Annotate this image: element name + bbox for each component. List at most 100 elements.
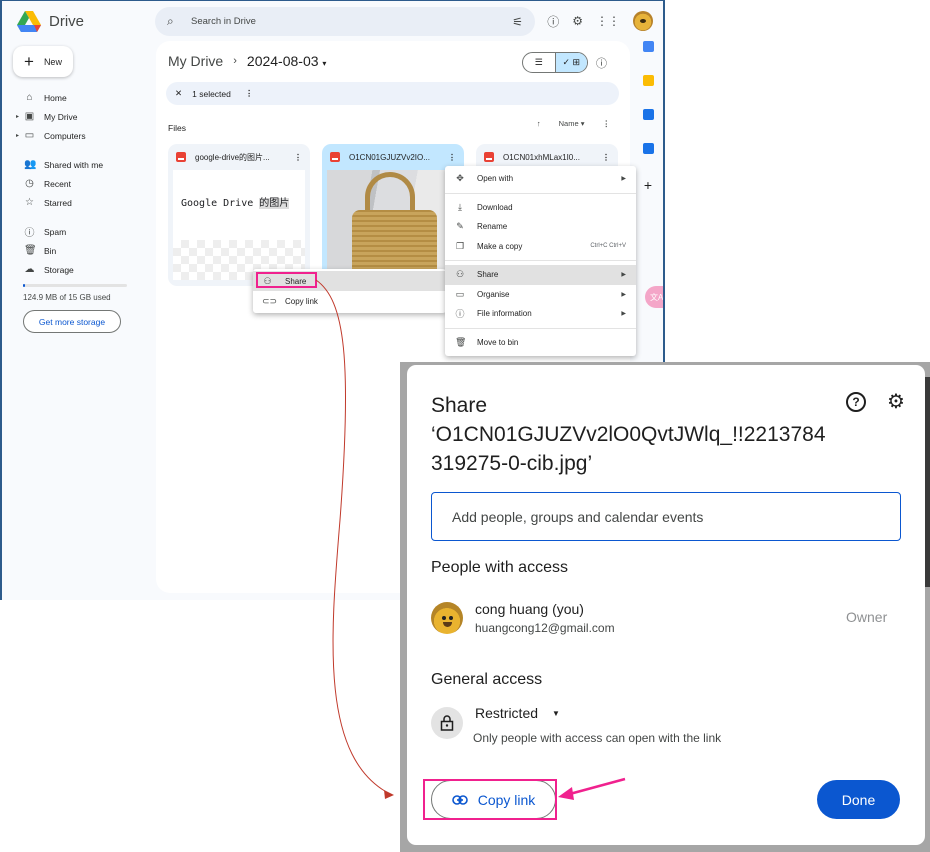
app-name: Drive bbox=[49, 13, 85, 30]
person-name: cong huang (you) bbox=[475, 601, 584, 617]
folder-icon: ▭ bbox=[455, 288, 465, 299]
file-thumbnail: Google Drive 的图片 bbox=[173, 170, 305, 280]
menu-item-download[interactable]: ⤓ Download bbox=[445, 198, 636, 218]
view-toggle: ☰ ✓ ⊞ bbox=[522, 52, 588, 73]
lock-icon bbox=[431, 707, 463, 739]
help-icon[interactable]: ? bbox=[846, 392, 866, 412]
get-more-storage-button[interactable]: Get more storage bbox=[23, 310, 121, 333]
sort-direction-icon[interactable]: ↑ bbox=[537, 119, 541, 128]
file-name: google-drive的图片... bbox=[195, 152, 270, 162]
menu-item-organise[interactable]: ▭ Organise ▶ bbox=[445, 285, 636, 305]
storage-usage-text: 124.9 MB of 15 GB used bbox=[23, 293, 111, 302]
my-drive-icon: ▣ bbox=[24, 111, 35, 122]
clock-icon: ◷ bbox=[25, 178, 34, 189]
menu-item-rename[interactable]: ✎ Rename bbox=[445, 217, 636, 237]
sidebar-item-recent[interactable]: ◷ Recent bbox=[16, 174, 131, 193]
new-button[interactable]: + New bbox=[13, 46, 73, 77]
file-card[interactable]: google-drive的图片... ⋮ Google Drive 的图片 bbox=[168, 144, 310, 286]
sidebar-item-starred[interactable]: ☆ Starred bbox=[16, 193, 131, 212]
calendar-app-icon[interactable] bbox=[642, 41, 654, 52]
sidebar-item-computers[interactable]: ▸ ▭ Computers bbox=[16, 126, 131, 145]
file-more-icon[interactable]: ⋮ bbox=[448, 153, 456, 162]
sidebar-item-home[interactable]: ⌂ Home bbox=[16, 88, 131, 107]
dialog-title: Share ‘O1CN01GJUZVv2lO0QvtJWlq_!!2213784… bbox=[431, 391, 831, 478]
tasks-app-icon[interactable] bbox=[642, 109, 654, 120]
submenu-arrow-icon: ▶ bbox=[621, 291, 626, 298]
list-view-button[interactable]: ☰ bbox=[523, 53, 555, 72]
sidebar-item-spam[interactable]: ⓘ Spam bbox=[16, 222, 131, 241]
side-panel: + bbox=[635, 41, 661, 193]
copy-icon: ❐ bbox=[455, 240, 465, 251]
expand-caret-icon[interactable]: ▸ bbox=[16, 132, 19, 139]
settings-icon[interactable]: ⚙ bbox=[887, 389, 905, 414]
home-icon: ⌂ bbox=[26, 92, 33, 103]
more-actions-icon[interactable]: ⋮ bbox=[245, 88, 254, 99]
contacts-app-icon[interactable] bbox=[642, 143, 654, 154]
download-icon: ⤓ bbox=[458, 201, 462, 212]
sidebar-item-bin[interactable]: 🗑 Bin bbox=[16, 241, 131, 260]
menu-item-copy-link[interactable]: ⊂⊃ Copy link bbox=[253, 291, 446, 311]
menu-shortcut: Ctrl+C Ctrl+V bbox=[590, 243, 626, 250]
account-avatar[interactable] bbox=[633, 11, 653, 31]
copy-link-highlight-annotation bbox=[423, 779, 557, 820]
star-icon: ☆ bbox=[25, 197, 34, 208]
access-level-dropdown[interactable]: Restricted ▼ bbox=[475, 705, 560, 721]
dialog-file-name: ‘O1CN01GJUZVv2lO0QvtJWlq_!!2213784319275… bbox=[431, 423, 826, 475]
drive-logo[interactable]: Drive bbox=[17, 11, 84, 32]
menu-item-open-with[interactable]: ✥ Open with ▶ bbox=[445, 169, 636, 189]
search-input[interactable]: Search in Drive bbox=[191, 16, 256, 27]
file-card-selected[interactable]: O1CN01GJUZVv2IO... ⋮ bbox=[322, 144, 464, 286]
move-icon: ✥ bbox=[456, 173, 464, 184]
translate-icon[interactable]: 文A bbox=[645, 286, 663, 308]
breadcrumb-root[interactable]: My Drive bbox=[168, 53, 223, 69]
menu-item-label: Rename bbox=[477, 222, 508, 232]
menu-item-move-to-bin[interactable]: 🗑 Move to bin bbox=[445, 333, 636, 353]
info-icon: ⓘ bbox=[455, 309, 465, 320]
drive-logo-icon bbox=[17, 11, 41, 32]
menu-divider bbox=[445, 260, 636, 261]
breadcrumb-current[interactable]: 2024-08-03 ▾ bbox=[247, 53, 327, 69]
menu-item-make-a-copy[interactable]: ❐ Make a copy Ctrl+C Ctrl+V bbox=[445, 237, 636, 257]
sidebar-item-label: Recent bbox=[44, 178, 71, 189]
expand-caret-icon[interactable]: ▸ bbox=[16, 113, 19, 120]
search-bar[interactable]: ⌕ Search in Drive ⚟ bbox=[155, 7, 535, 36]
image-file-icon bbox=[176, 152, 186, 162]
sidebar-item-shared-with-me[interactable]: 👥 Shared with me bbox=[16, 155, 131, 174]
file-more-icon[interactable]: ⋮ bbox=[294, 153, 302, 162]
settings-icon[interactable]: ⚙ bbox=[572, 14, 583, 28]
clear-selection-icon[interactable]: ✕ bbox=[175, 88, 182, 99]
sidebar-item-storage[interactable]: ☁ Storage bbox=[16, 260, 131, 279]
menu-item-label: Share bbox=[477, 270, 499, 280]
sort-more-icon[interactable]: ⋮ bbox=[603, 119, 611, 128]
add-addon-icon[interactable]: + bbox=[635, 177, 661, 193]
selection-bar: ✕ 1 selected ⋮ bbox=[166, 82, 619, 105]
search-options-icon[interactable]: ⚟ bbox=[512, 15, 523, 29]
person-avatar bbox=[431, 602, 463, 634]
apps-grid-icon[interactable]: ⋮⋮ bbox=[596, 14, 620, 28]
image-file-icon bbox=[330, 152, 340, 162]
details-info-icon[interactable]: ⓘ bbox=[596, 55, 607, 71]
bin-icon: 🗑 bbox=[455, 336, 467, 347]
keep-app-icon[interactable] bbox=[642, 75, 654, 86]
help-icon[interactable]: ⓘ bbox=[547, 13, 559, 30]
menu-item-label: Copy link bbox=[285, 296, 318, 306]
sidebar-item-label: Home bbox=[44, 92, 67, 103]
sidebar-item-my-drive[interactable]: ▸ ▣ My Drive bbox=[16, 107, 131, 126]
new-label: New bbox=[43, 56, 62, 67]
access-description: Only people with access can open with th… bbox=[473, 731, 722, 745]
sidebar-item-label: Computers bbox=[44, 130, 86, 141]
add-people-input[interactable] bbox=[431, 492, 901, 541]
spam-icon: ⓘ bbox=[24, 228, 35, 239]
done-button[interactable]: Done bbox=[817, 780, 900, 819]
submenu-arrow-icon: ▶ bbox=[621, 272, 626, 279]
sort-by-dropdown[interactable]: Name ▾ bbox=[559, 119, 585, 128]
menu-item-file-information[interactable]: ⓘ File information ▶ bbox=[445, 304, 636, 324]
grid-view-button[interactable]: ✓ ⊞ bbox=[554, 53, 587, 72]
menu-item-share[interactable]: ⚇ Share ▶ bbox=[445, 265, 636, 285]
file-name: O1CN01xhMLax1I0... bbox=[503, 152, 580, 162]
chevron-right-icon: › bbox=[233, 55, 237, 67]
file-more-icon[interactable]: ⋮ bbox=[602, 153, 610, 162]
bin-icon: 🗑 bbox=[24, 245, 37, 256]
plus-icon: + bbox=[24, 52, 34, 71]
sidebar-item-label: My Drive bbox=[44, 111, 78, 122]
